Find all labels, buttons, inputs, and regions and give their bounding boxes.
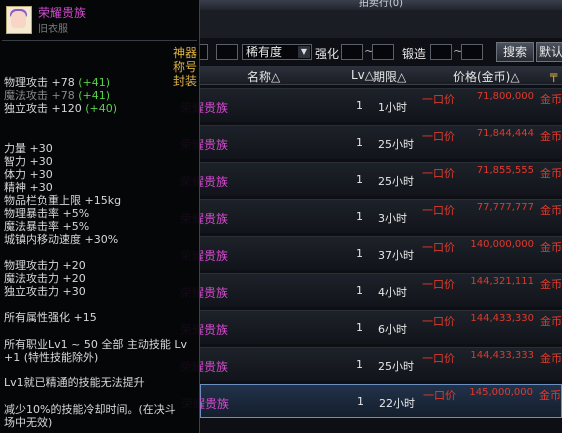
- row-price: 144,433,330: [470, 313, 534, 324]
- row-buyout-tag: 一口价: [422, 278, 455, 291]
- table-row[interactable]: 荣耀贵族 1 37小时 一口价 140,000,000 金币: [180, 236, 562, 270]
- enhance-min-input[interactable]: [341, 44, 363, 60]
- row-unit: 金币: [540, 315, 562, 328]
- row-price: 145,000,000: [469, 387, 533, 398]
- skill-bonus-line2: +1 (特性技能除外): [4, 351, 99, 364]
- row-level: 1: [356, 99, 363, 112]
- table-row[interactable]: 荣耀贵族 1 6小时 一口价 144,433,330 金币: [180, 310, 562, 344]
- rarity-select-value: 稀有度: [246, 45, 283, 59]
- row-level: 1: [356, 247, 363, 260]
- skill-note: Lv1就已精通的技能无法提升: [4, 376, 145, 389]
- forge-min-input[interactable]: [430, 44, 452, 60]
- table-row[interactable]: 荣耀贵族 1 22小时 一口价 145,000,000 金币: [181, 384, 562, 418]
- item-name: 荣耀贵族: [38, 6, 87, 20]
- stat-town-speed: 城镇内移动速度 +30%: [4, 233, 119, 246]
- table-row[interactable]: 荣耀贵族 1 25小时 一口价 71,844,444 金币: [180, 125, 562, 159]
- rarity-select[interactable]: 稀有度 ▼: [242, 44, 312, 60]
- row-level: 1: [356, 173, 363, 186]
- window-body: [200, 10, 562, 38]
- row-period: 1小时: [378, 101, 407, 114]
- row-unit: 金币: [540, 241, 562, 254]
- table-row[interactable]: 荣耀贵族 1 3小时 一口价 77,777,777 金币: [180, 199, 562, 233]
- row-period: 3小时: [378, 212, 407, 225]
- slot-seal: 封装: [172, 74, 197, 88]
- table-header: 名称△ Lv△ 期限△ 价格(金币)△ ╤: [200, 66, 562, 85]
- cooldown-line2: 场中无效): [4, 416, 53, 429]
- enhance-max-input[interactable]: [372, 44, 394, 60]
- row-price: 140,000,000: [470, 239, 534, 250]
- item-subname: 旧衣服: [38, 24, 68, 35]
- row-unit: 金币: [540, 278, 562, 291]
- item-tooltip: 荣耀贵族 旧衣服 神器 称号 封装 物理攻击 +78 (+41) 魔法攻击 +7…: [0, 0, 200, 433]
- row-buyout-tag: 一口价: [422, 241, 455, 254]
- row-buyout-tag: 一口价: [422, 93, 455, 106]
- row-buyout-tag: 一口价: [422, 352, 455, 365]
- row-level: 1: [356, 321, 363, 334]
- row-level: 1: [356, 210, 363, 223]
- level-max-input[interactable]: [216, 44, 238, 60]
- row-unit: 金币: [540, 130, 562, 143]
- row-price: 71,844,444: [476, 128, 534, 139]
- row-level: 1: [356, 358, 363, 371]
- row-price: 144,433,333: [470, 350, 534, 361]
- row-unit: 金币: [540, 352, 562, 365]
- row-level: 1: [356, 284, 363, 297]
- table-row[interactable]: 荣耀贵族 1 25小时 一口价 144,433,333 金币: [180, 347, 562, 381]
- pin-icon[interactable]: ╤: [550, 68, 557, 82]
- row-unit: 金币: [540, 167, 562, 180]
- row-buyout-tag: 一口价: [423, 389, 456, 402]
- row-unit: 金币: [540, 204, 562, 217]
- row-period: 37小时: [378, 249, 414, 262]
- row-price: 144,321,111: [470, 276, 534, 287]
- row-buyout-tag: 一口价: [422, 204, 455, 217]
- stat-indep-attack: 独立攻击 +120 (+40): [4, 102, 118, 115]
- row-level: 1: [357, 395, 364, 408]
- row-level: 1: [356, 136, 363, 149]
- stat-indep-damage: 独立攻击力 +30: [4, 285, 86, 298]
- enhance-label: 强化: [315, 47, 340, 61]
- row-price: 71,855,555: [476, 165, 534, 176]
- row-unit: 金币: [539, 389, 561, 402]
- forge-max-input[interactable]: [461, 44, 483, 60]
- stat-element: 所有属性强化 +15: [4, 311, 97, 324]
- forge-label: 锻造: [402, 47, 427, 61]
- default-button[interactable]: 默认: [536, 42, 562, 62]
- tooltip-divider: [2, 40, 197, 57]
- row-buyout-tag: 一口价: [422, 167, 455, 180]
- table-row[interactable]: 荣耀贵族 1 25小时 一口价 71,855,555 金币: [180, 162, 562, 196]
- row-period: 25小时: [378, 138, 414, 151]
- table-row[interactable]: 荣耀贵族 1 4小时 一口价 144,321,111 金币: [180, 273, 562, 307]
- search-button[interactable]: 搜索: [496, 42, 534, 62]
- row-period: 22小时: [379, 397, 415, 410]
- avatar-face: [11, 11, 26, 28]
- table-row[interactable]: 荣耀贵族 1 1小时 一口价 71,800,000 金币: [180, 88, 562, 122]
- row-buyout-tag: 一口价: [422, 130, 455, 143]
- window-title: 拍卖行(0): [200, 0, 562, 10]
- row-price: 77,777,777: [476, 202, 534, 213]
- header-name[interactable]: 名称△: [247, 68, 280, 85]
- row-period: 25小时: [378, 175, 414, 188]
- row-unit: 金币: [540, 93, 562, 106]
- chevron-down-icon[interactable]: ▼: [298, 46, 310, 58]
- header-level[interactable]: Lv△: [351, 68, 374, 82]
- row-price: 71,800,000: [476, 91, 534, 102]
- filter-bar: 稀有度 ▼ 强化 ~ 锻造 ~ 搜索 默认: [194, 38, 562, 66]
- row-period: 6小时: [378, 323, 407, 336]
- row-period: 25小时: [378, 360, 414, 373]
- header-price[interactable]: 价格(金币)△: [453, 68, 520, 85]
- row-buyout-tag: 一口价: [422, 315, 455, 328]
- row-period: 4小时: [378, 286, 407, 299]
- item-icon: [6, 6, 32, 34]
- header-period[interactable]: 期限△: [373, 68, 406, 85]
